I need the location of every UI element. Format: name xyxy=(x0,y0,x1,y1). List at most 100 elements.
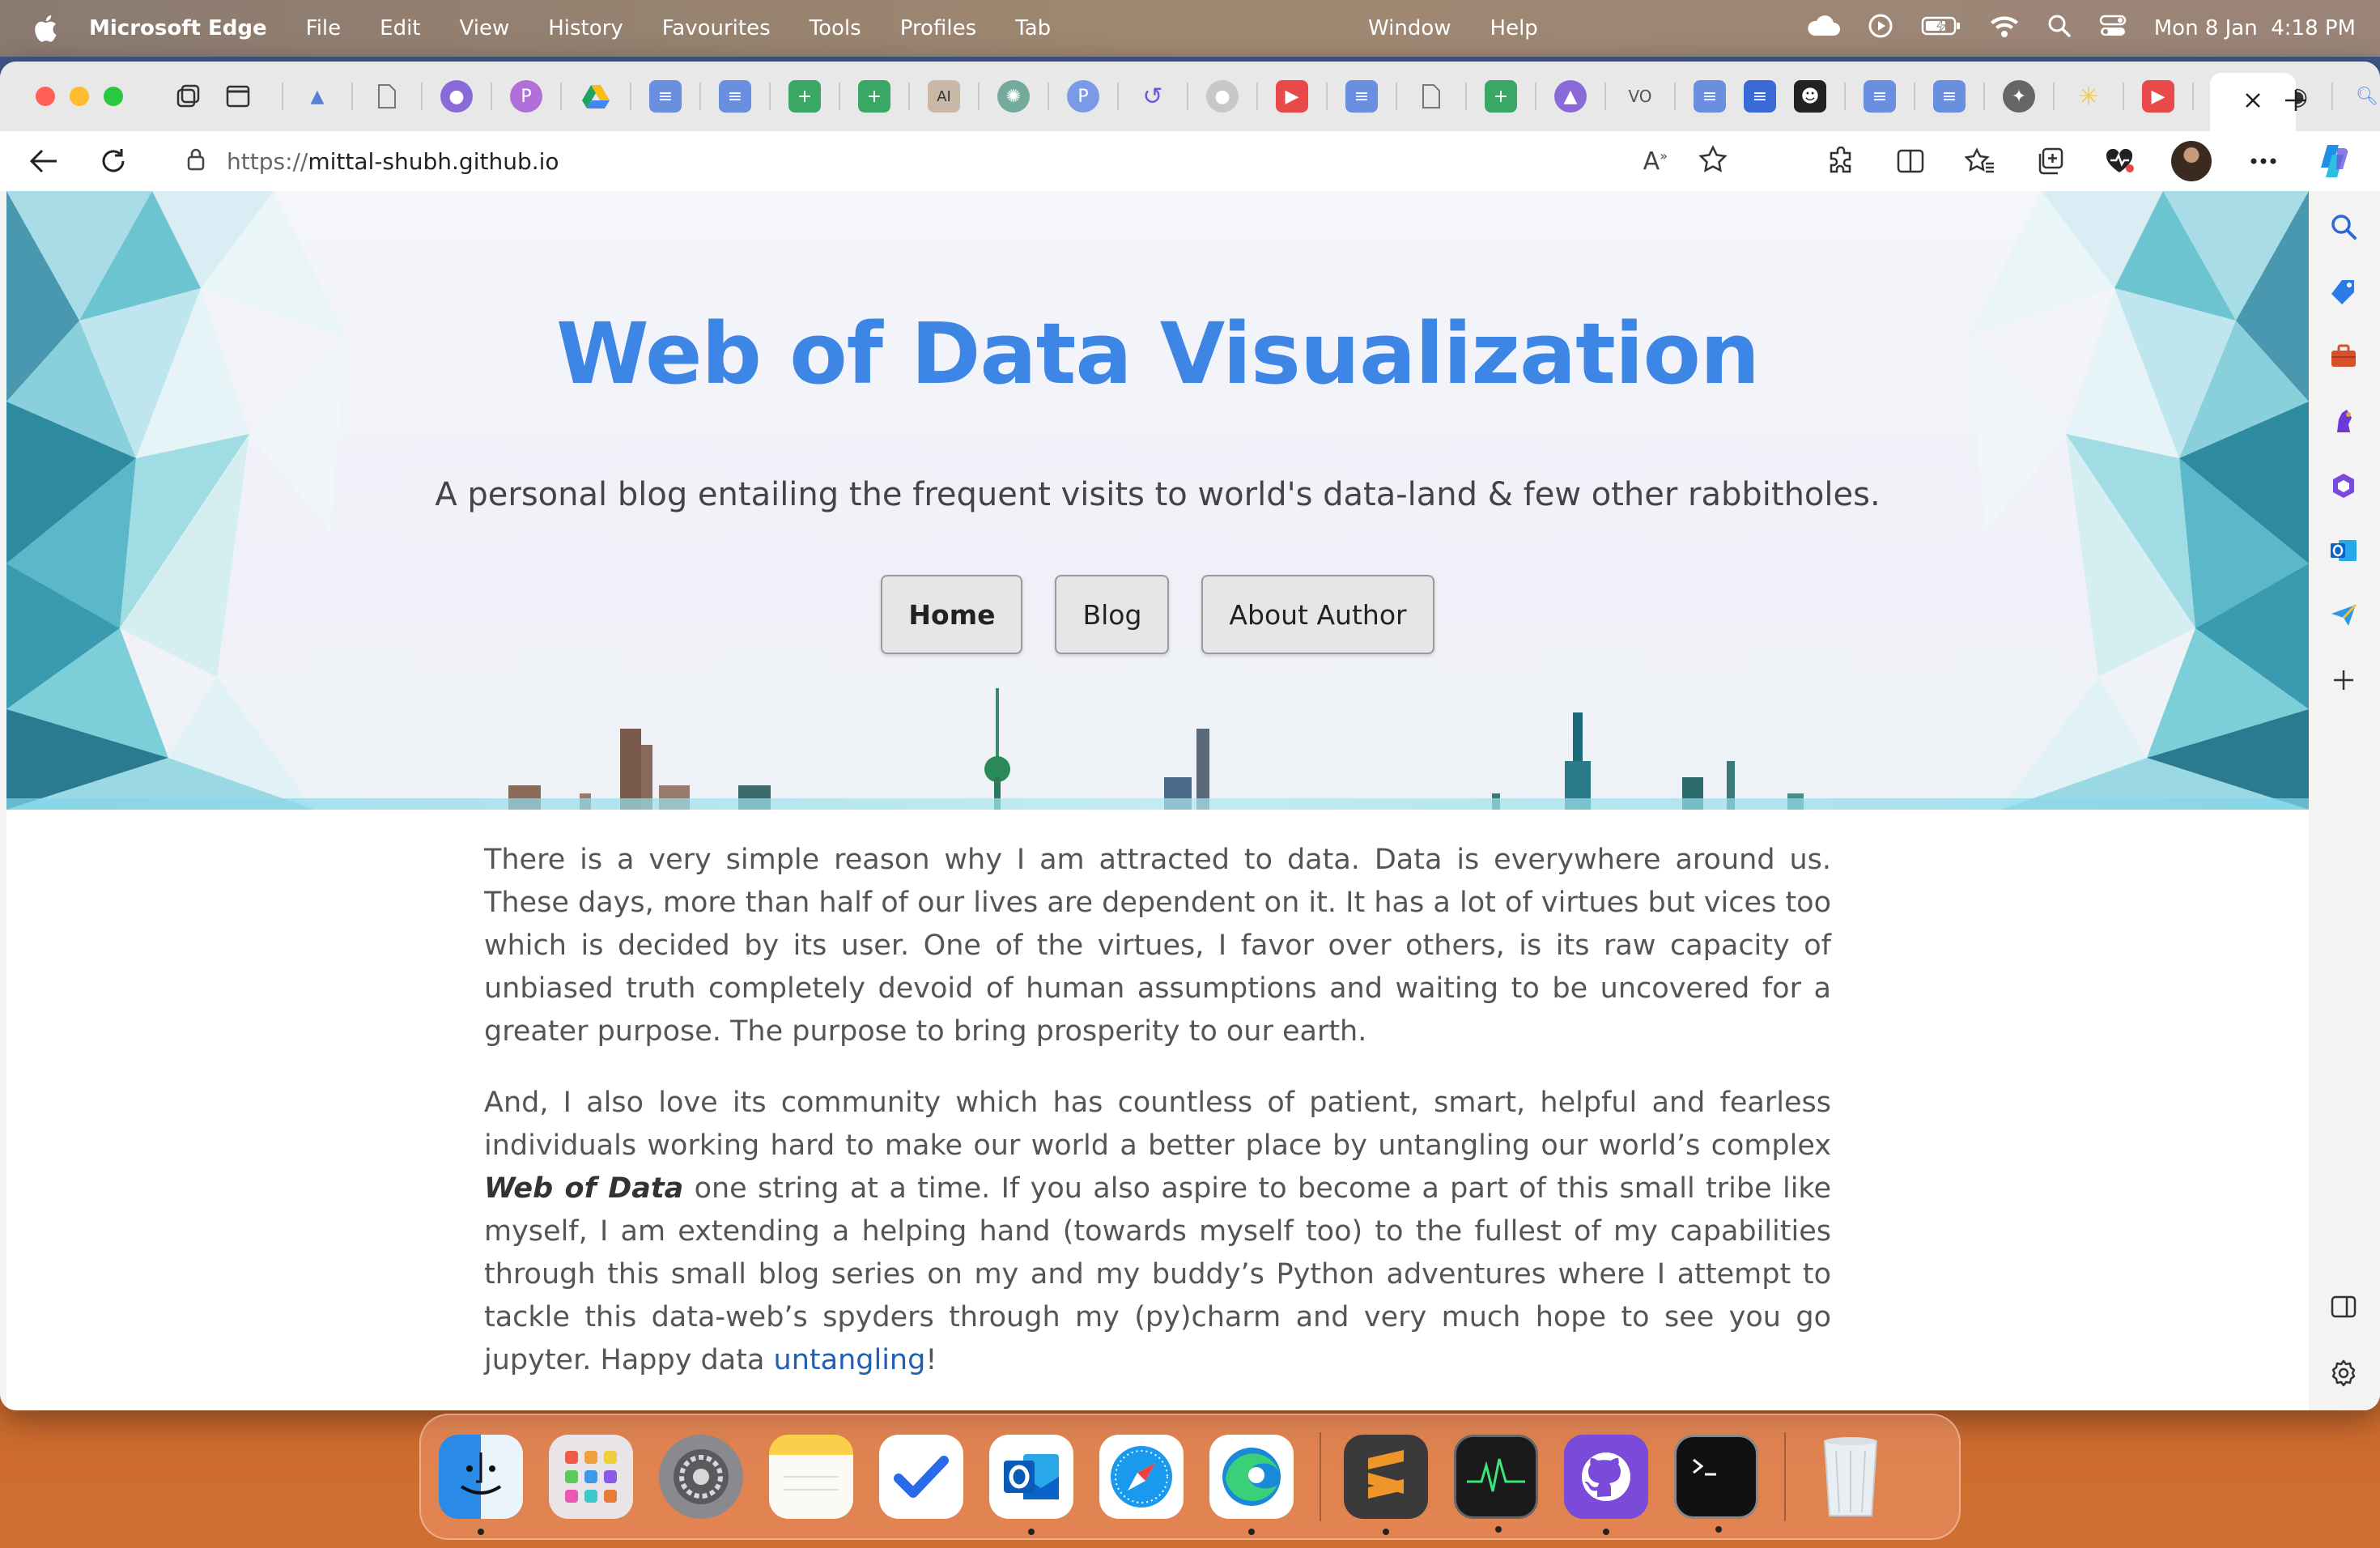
dock-sublime-text-icon[interactable] xyxy=(1344,1435,1428,1535)
apple-logo-icon[interactable] xyxy=(29,12,62,45)
tab-favicon-loop[interactable]: ↺ xyxy=(1137,80,1169,113)
dock-edge-icon[interactable] xyxy=(1209,1435,1294,1535)
close-tab-icon[interactable] xyxy=(2244,91,2262,113)
favorite-star-icon[interactable] xyxy=(1698,144,1728,178)
profile-avatar[interactable] xyxy=(2171,141,2212,181)
tab-favicon-docs-7[interactable]: ≡ xyxy=(1933,80,1966,113)
sidebar-outlook-icon[interactable] xyxy=(2326,533,2361,568)
dock-system-settings-icon[interactable] xyxy=(659,1435,743,1519)
sidebar-settings-gear-icon[interactable] xyxy=(2326,1355,2361,1391)
menu-file[interactable]: File xyxy=(306,16,342,40)
dock-trash-icon[interactable] xyxy=(1808,1435,1893,1519)
tab-favicon-docs-2[interactable]: ≡ xyxy=(719,80,751,113)
tab-favicon-docs-1[interactable]: ≡ xyxy=(649,80,682,113)
url-field[interactable]: https:// mittal-shubh.github.io A» xyxy=(162,138,1765,185)
nav-home-button[interactable]: Home xyxy=(881,575,1023,654)
dock-activity-monitor-icon[interactable] xyxy=(1454,1435,1538,1533)
dock-launchpad-icon[interactable] xyxy=(549,1435,633,1519)
refresh-icon[interactable] xyxy=(91,138,136,184)
tab-favicon-sheets-2[interactable]: + xyxy=(858,80,890,113)
tab-favicon-p2[interactable]: P xyxy=(1067,80,1099,113)
close-window-button[interactable] xyxy=(36,87,55,106)
tab-favicon-ai[interactable]: AI xyxy=(928,80,960,113)
tab-favicon-proton[interactable]: ▲ xyxy=(1554,80,1587,113)
read-aloud-icon[interactable]: A» xyxy=(1643,147,1668,176)
spotlight-search-icon[interactable] xyxy=(2047,14,2072,44)
new-tab-icon[interactable] xyxy=(2272,76,2320,125)
lock-icon[interactable] xyxy=(186,147,206,176)
menu-edit[interactable]: Edit xyxy=(380,16,420,40)
menu-profiles[interactable]: Profiles xyxy=(900,16,976,40)
browser-window: ▲ ● P ≡ ≡ + + AI ✺ P ↺ ● ▶ ≡ + ▲ VO ≡ ≡ … xyxy=(0,62,2380,1410)
menu-app-name[interactable]: Microsoft Edge xyxy=(89,16,267,40)
play-icon[interactable] xyxy=(1868,13,1893,45)
nav-blog-button[interactable]: Blog xyxy=(1055,575,1170,654)
menu-view[interactable]: View xyxy=(460,16,510,40)
tab-favicon-search-1[interactable]: 🔍︎ xyxy=(2351,80,2380,113)
dock-outlook-icon[interactable] xyxy=(989,1435,1073,1535)
favorites-icon[interactable] xyxy=(1962,143,1998,179)
icloud-icon[interactable] xyxy=(1804,15,1840,43)
split-screen-icon[interactable] xyxy=(1893,143,1928,179)
control-center-icon[interactable] xyxy=(2099,14,2127,44)
copilot-icon[interactable] xyxy=(2315,141,2356,181)
tab-favicon-vo[interactable]: VO xyxy=(1624,80,1656,113)
battery-icon[interactable] xyxy=(1921,15,1961,42)
extensions-icon[interactable] xyxy=(1823,143,1859,179)
menu-history[interactable]: History xyxy=(548,16,623,40)
tab-favicon-docs-3[interactable]: ≡ xyxy=(1345,80,1378,113)
collections-icon[interactable] xyxy=(2032,143,2068,179)
menu-help[interactable]: Help xyxy=(1490,16,1538,40)
tab-favicon-openai[interactable]: ✺ xyxy=(997,80,1030,113)
sidebar-search-icon[interactable] xyxy=(2326,209,2361,245)
site-title: Web of Data Visualization xyxy=(556,304,1760,403)
tab-favicon-page[interactable] xyxy=(371,80,403,113)
tab-favicon-copilot[interactable]: ● xyxy=(440,80,473,113)
dock-notes-icon[interactable] xyxy=(769,1435,853,1519)
tab-favicon-avatar[interactable]: ● xyxy=(1206,80,1239,113)
untangling-link[interactable]: untangling xyxy=(774,1344,926,1376)
url-host: mittal-shubh.github.io xyxy=(308,147,559,175)
maximize-window-button[interactable] xyxy=(104,87,123,106)
tab-favicon-sheets-1[interactable]: + xyxy=(788,80,821,113)
tab-favicon-docs-4[interactable]: ≡ xyxy=(1694,80,1726,113)
dock-finder-icon[interactable] xyxy=(439,1435,523,1535)
nav-about-author-button[interactable]: About Author xyxy=(1201,575,1434,654)
tab-favicon-p[interactable]: P xyxy=(510,80,542,113)
tab-favicon-docs-6[interactable]: ≡ xyxy=(1864,80,1896,113)
tab-favicon-smiley[interactable]: ☻ xyxy=(1794,80,1826,113)
dock-todo-icon[interactable] xyxy=(879,1435,963,1519)
menu-tab[interactable]: Tab xyxy=(1015,16,1051,40)
tab-favicon-sun[interactable]: ✳ xyxy=(2072,80,2105,113)
workspaces-icon[interactable] xyxy=(172,80,204,113)
menu-favourites[interactable]: Favourites xyxy=(662,16,771,40)
sidebar-tools-icon[interactable] xyxy=(2326,338,2361,374)
tab-favicon-a[interactable]: ▲ xyxy=(301,80,334,113)
tab-favicon-docs-5[interactable]: ≡ xyxy=(1744,80,1776,113)
sidebar-shopping-icon[interactable] xyxy=(2326,274,2361,309)
tab-favicon-compass[interactable]: ✦ xyxy=(2003,80,2035,113)
browser-essentials-icon[interactable] xyxy=(2102,143,2137,179)
sidebar-add-icon[interactable] xyxy=(2326,662,2361,698)
minimize-window-button[interactable] xyxy=(70,87,89,106)
tab-favicon-youtube-1[interactable]: ▶ xyxy=(1276,80,1308,113)
back-arrow-icon[interactable] xyxy=(21,138,66,184)
wifi-icon[interactable] xyxy=(1989,14,2020,44)
sidebar-games-icon[interactable] xyxy=(2326,403,2361,439)
dock-github-desktop-icon[interactable] xyxy=(1564,1435,1648,1535)
tab-favicon-drive[interactable] xyxy=(580,80,612,113)
sidebar-hide-icon[interactable] xyxy=(2326,1289,2361,1325)
dock-safari-icon[interactable] xyxy=(1099,1435,1184,1519)
tab-actions-icon[interactable] xyxy=(222,80,254,113)
menu-tools[interactable]: Tools xyxy=(810,16,861,40)
site-subtitle: A personal blog entailing the frequent v… xyxy=(435,476,1881,513)
dock-terminal-icon[interactable] xyxy=(1674,1435,1758,1533)
more-options-icon[interactable] xyxy=(2246,143,2281,179)
sidebar-drop-icon[interactable] xyxy=(2326,598,2361,633)
sidebar-microsoft-365-icon[interactable] xyxy=(2326,468,2361,504)
tab-favicon-youtube-2[interactable]: ▶ xyxy=(2142,80,2174,113)
clock-datetime[interactable]: Mon 8 Jan 4:18 PM xyxy=(2154,16,2356,40)
tab-favicon-sheets-3[interactable]: + xyxy=(1485,80,1517,113)
tab-favicon-page-2[interactable] xyxy=(1415,80,1447,113)
menu-window[interactable]: Window xyxy=(1368,16,1451,40)
